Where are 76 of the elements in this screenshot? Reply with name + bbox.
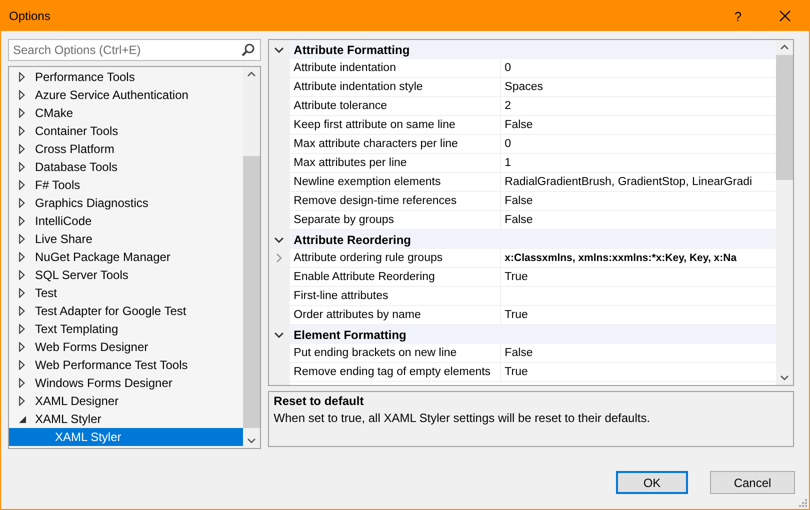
close-icon (779, 10, 791, 22)
search-icon (240, 43, 255, 57)
property-value[interactable]: x:Classxmlns, xmlns:xxmlns:*x:Key, Key, x:Na (500, 249, 776, 267)
property-name: Keep first attribute on same line (290, 116, 501, 134)
tree-item[interactable]: Cross Platform (9, 140, 243, 158)
resize-grip-icon[interactable] (799, 499, 807, 507)
property-name: Max attribute characters per line (290, 135, 501, 153)
property-value[interactable]: 1 (500, 154, 776, 172)
property-value[interactable]: 0 (500, 59, 776, 77)
tree-item[interactable]: XAML Designer (9, 392, 243, 410)
property-value[interactable]: False (500, 116, 776, 134)
property-value[interactable]: False (500, 344, 776, 362)
tree-item[interactable]: Container Tools (9, 122, 243, 140)
property-value[interactable]: 0 (500, 135, 776, 153)
tree-item[interactable]: Test Adapter for Google Test (9, 302, 243, 320)
property-value[interactable]: RadialGradientBrush, GradientStop, LinearGradi (500, 173, 776, 191)
tree-item[interactable]: Live Share (9, 230, 243, 248)
tree-item[interactable]: Test (9, 284, 243, 302)
chevron-down-icon[interactable] (274, 46, 284, 52)
tree-item[interactable]: Web Forms Designer (9, 338, 243, 356)
scrollbar[interactable] (242, 67, 260, 448)
description-title: Reset to default (274, 394, 365, 408)
property-name: Enable Attribute Reordering (290, 268, 501, 286)
tree-item[interactable]: Graphics Diagnostics (9, 194, 243, 212)
tree-item[interactable]: Performance Tools (9, 68, 243, 86)
scrollbar[interactable] (776, 40, 793, 385)
property-value[interactable]: True (500, 363, 776, 381)
description-text: When set to true, all XAML Styler settings will be reset to their defaults. (274, 411, 652, 425)
tree-item[interactable]: IntelliCode (9, 212, 243, 230)
scroll-up-icon (780, 44, 789, 50)
tree-item[interactable]: Database Tools (9, 158, 243, 176)
property-name: Remove design-time references (290, 192, 501, 210)
chevron-right-icon[interactable] (276, 253, 282, 263)
property-name: Remove ending tag of empty elements (290, 363, 501, 381)
category-header: Attribute Reordering (290, 230, 776, 249)
chevron-down-icon[interactable] (274, 236, 284, 242)
property-name: Attribute ordering rule groups (290, 249, 501, 267)
help-button[interactable]: ? (715, 1, 761, 31)
tree-item[interactable]: XAML Styler (9, 410, 243, 428)
property-value[interactable]: 2 (500, 97, 776, 115)
property-value[interactable]: Spaces (500, 78, 776, 96)
expanded-arrow-icon (19, 416, 26, 422)
category-header: Element Formatting (290, 325, 776, 344)
property-value[interactable]: True (500, 306, 776, 324)
scroll-down-icon (246, 438, 256, 444)
scroll-down-icon (780, 375, 789, 381)
property-value[interactable]: False (500, 211, 776, 229)
property-name: Attribute indentation style (290, 78, 501, 96)
dialog-button[interactable]: Cancel (710, 471, 795, 494)
property-name: Attribute tolerance (290, 97, 501, 115)
tree-item[interactable]: Windows Forms Designer (9, 374, 243, 392)
property-name: Max attributes per line (290, 154, 501, 172)
tree-item[interactable]: XAML Styler (9, 428, 243, 446)
property-name: Separate by groups (290, 211, 501, 229)
property-name: Attribute indentation (290, 59, 501, 77)
property-name: Put ending brackets on new line (290, 344, 501, 362)
tree-item[interactable]: Azure Service Authentication (9, 86, 243, 104)
tree-item[interactable]: SQL Server Tools (9, 266, 243, 284)
dialog-button[interactable]: OK (616, 471, 688, 494)
chevron-down-icon[interactable] (274, 332, 284, 338)
search-field[interactable]: Search Options (Ctrl+E) (8, 39, 261, 61)
property-name: First-line attributes (290, 287, 501, 305)
tree-item[interactable]: Web Performance Test Tools (9, 356, 243, 374)
property-value[interactable]: False (500, 192, 776, 210)
tree-item[interactable]: NuGet Package Manager (9, 248, 243, 266)
tree-item[interactable]: CMake (9, 104, 243, 122)
window-title: Options (8, 9, 52, 23)
property-name: Newline exemption elements (290, 173, 501, 191)
scroll-up-icon (246, 71, 256, 77)
tree-item[interactable]: Text Templating (9, 320, 243, 338)
category-header: Attribute Formatting (290, 40, 776, 59)
tree-item[interactable]: F# Tools (9, 176, 243, 194)
scrollbar-thumb[interactable] (776, 55, 793, 180)
property-name: Order attributes by name (290, 306, 501, 324)
scrollbar-thumb[interactable] (242, 156, 260, 428)
property-value[interactable]: True (500, 268, 776, 286)
